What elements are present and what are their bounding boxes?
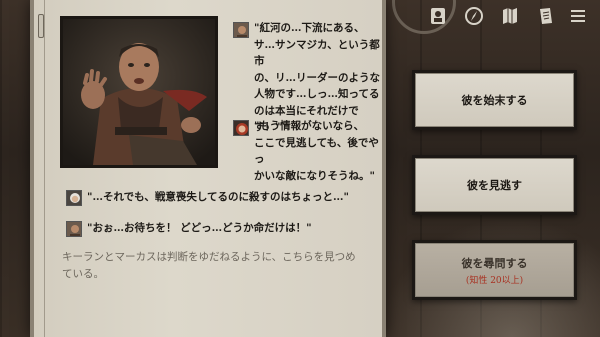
speaker-portrait xyxy=(60,16,218,168)
choice-interrogate-button[interactable]: 彼を尋問する (知性 20以上) xyxy=(412,240,577,300)
dialogue-text: ここで見逃しても、後でやっ xyxy=(254,136,379,166)
dialogue-text: "もう情報がないなら、 xyxy=(254,120,365,132)
dialogue-line-2: "もう情報がないなら、 ここで見逃しても、後でやっ かいな敵になりそうね。" xyxy=(254,118,380,184)
stat-requirement: (知性 20以上) xyxy=(465,275,524,286)
red-hair-woman-avatar xyxy=(233,120,249,136)
dialogue-text: "…それでも、戦意喪失してるのに殺すのはちょっと…" xyxy=(87,191,349,203)
gangster-avatar xyxy=(233,22,249,38)
dialogue-text: "おぉ…お待ちを！ どどっ…どうか命だけは！" xyxy=(87,222,312,234)
dialogue-line-4: "おぉ…お待ちを！ どどっ…どうか命だけは！" xyxy=(87,220,379,237)
choice-spare-button[interactable]: 彼を見逃す xyxy=(412,155,577,215)
panel-spine xyxy=(35,0,45,337)
character-icon[interactable] xyxy=(428,6,448,26)
narration-text: キーランとマーカスは判断をゆだねるように、こちらを見つめ ている。 xyxy=(62,249,380,282)
menu-icon[interactable] xyxy=(568,6,588,26)
top-icon-bar xyxy=(392,0,600,34)
dialogue-text: "紅河の…下流にある、 xyxy=(254,22,365,34)
compass-icon[interactable] xyxy=(464,6,484,26)
white-hair-man-avatar xyxy=(66,190,82,206)
dialogue-text: の、リ…リーダーのような xyxy=(254,71,380,84)
scroll-handle[interactable] xyxy=(38,14,44,38)
choice-label: 彼を尋問する xyxy=(461,256,528,270)
dialogue-line-3: "…それでも、戦意喪失してるのに殺すのはちょっと…" xyxy=(87,189,379,206)
narration-line: キーランとマーカスは判断をゆだねるように、こちらを見つめ xyxy=(62,251,356,263)
choice-label: 彼を始末する xyxy=(461,94,528,107)
choice-eliminate-button[interactable]: 彼を始末する xyxy=(412,70,577,130)
map-icon[interactable] xyxy=(500,6,520,26)
dialogue-text: サ…サンマジカ、という都市 xyxy=(254,38,380,68)
gangster-portrait-illustration xyxy=(63,19,215,165)
journal-icon[interactable] xyxy=(536,6,556,26)
narration-line: ている。 xyxy=(62,267,104,280)
dialogue-text: かいな敵になりそうね。" xyxy=(254,169,375,182)
dialogue-text: 人物です…しっ…知ってる xyxy=(254,88,380,100)
choice-label: 彼を見逃す xyxy=(467,179,522,192)
gangster-avatar xyxy=(66,221,82,237)
